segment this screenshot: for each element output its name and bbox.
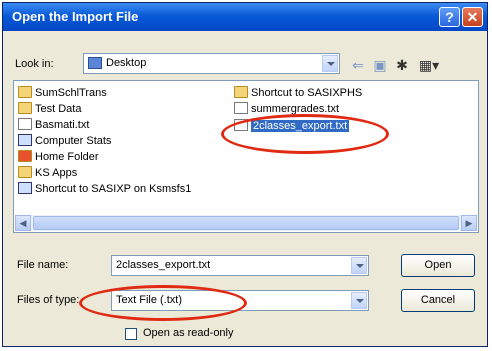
folder-icon bbox=[18, 102, 32, 114]
shortcut-icon bbox=[18, 134, 32, 146]
new-folder-icon[interactable]: ✱ bbox=[392, 56, 412, 74]
list-item[interactable]: Test Data bbox=[18, 101, 81, 117]
look-in-dropdown[interactable]: Desktop bbox=[83, 53, 340, 74]
back-arrow-icon[interactable]: ⇐ bbox=[348, 56, 368, 74]
look-in-label: Look in: bbox=[15, 58, 54, 70]
desktop-icon bbox=[88, 57, 102, 69]
file-name-label: File name: bbox=[17, 259, 69, 271]
file-name-input[interactable]: 2classes_export.txt bbox=[111, 255, 369, 276]
list-item[interactable]: Shortcut to SASIXPHS bbox=[234, 85, 362, 101]
open-button[interactable]: Open bbox=[401, 254, 475, 277]
open-file-dialog: Open the Import File ? ✕ Look in: Deskto… bbox=[2, 2, 488, 347]
folder-icon bbox=[18, 86, 32, 98]
scroll-thumb[interactable] bbox=[33, 216, 459, 230]
cancel-button[interactable]: Cancel bbox=[401, 289, 475, 312]
up-folder-icon[interactable]: ▣ bbox=[370, 56, 390, 74]
title-bar: Open the Import File ? ✕ bbox=[3, 3, 487, 31]
text-file-icon bbox=[234, 102, 248, 114]
views-menu-icon[interactable]: ▦▾ bbox=[416, 56, 442, 74]
chevron-down-icon[interactable] bbox=[322, 55, 338, 72]
list-item[interactable]: KS Apps bbox=[18, 165, 77, 181]
list-item[interactable]: SumSchlTrans bbox=[18, 85, 107, 101]
horizontal-scrollbar[interactable]: ◀ ▶ bbox=[15, 215, 477, 231]
annotation-circle-selected-file bbox=[221, 114, 389, 154]
scroll-right-icon[interactable]: ▶ bbox=[461, 215, 477, 231]
read-only-checkbox[interactable] bbox=[125, 328, 137, 340]
list-item[interactable]: Shortcut to SASIXP on Ksmsfs1 bbox=[18, 181, 191, 197]
file-type-label: Files of type: bbox=[17, 294, 80, 306]
shortcut-icon bbox=[18, 182, 32, 194]
home-folder-icon bbox=[18, 150, 32, 162]
annotation-circle-file-type bbox=[79, 285, 247, 321]
help-button[interactable]: ? bbox=[439, 7, 460, 27]
chevron-down-icon[interactable] bbox=[351, 257, 367, 274]
dialog-title: Open the Import File bbox=[12, 9, 139, 24]
look-in-value: Desktop bbox=[106, 57, 147, 69]
shortcut-icon bbox=[234, 86, 248, 98]
close-button[interactable]: ✕ bbox=[462, 7, 483, 27]
text-file-icon bbox=[18, 118, 32, 130]
read-only-label: Open as read-only bbox=[143, 327, 234, 339]
scroll-left-icon[interactable]: ◀ bbox=[15, 215, 31, 231]
list-item[interactable]: Basmati.txt bbox=[18, 117, 89, 133]
folder-icon bbox=[18, 166, 32, 178]
file-name-value: 2classes_export.txt bbox=[116, 259, 211, 271]
list-item[interactable]: Home Folder bbox=[18, 149, 99, 165]
list-item[interactable]: Computer Stats bbox=[18, 133, 111, 149]
chevron-down-icon[interactable] bbox=[351, 292, 367, 309]
file-list[interactable]: SumSchlTrans Test Data Basmati.txt Compu… bbox=[13, 80, 479, 233]
